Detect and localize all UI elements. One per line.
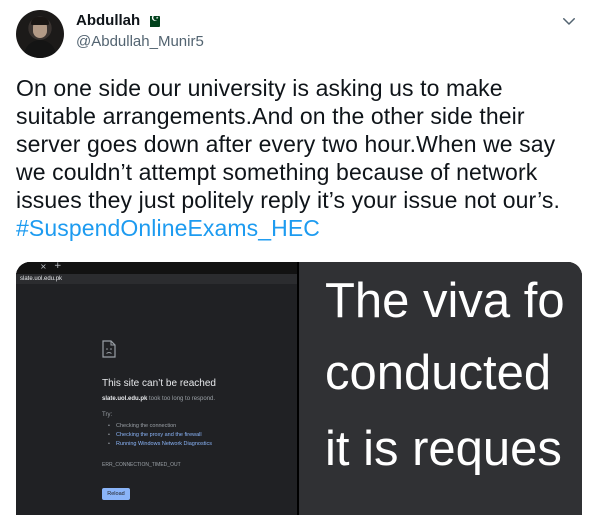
tweet-body: On one side our university is asking us … (16, 75, 560, 213)
chevron-down-icon[interactable] (560, 12, 578, 30)
plus-icon: + (54, 262, 62, 271)
hashtag-link[interactable]: #SuspendOnlineExams_HEC (16, 214, 582, 242)
tip-item-link: Running Windows Network Diagnostics (108, 440, 212, 449)
tweet-media[interactable]: × + slate.uol.edu.pk This site can’t be … (16, 262, 582, 515)
tweet-text: On one side our university is asking us … (16, 74, 582, 242)
pakistan-flag-icon (146, 14, 161, 27)
media-image-browser-error[interactable]: × + slate.uol.edu.pk This site can’t be … (16, 262, 297, 515)
display-name[interactable]: Abdullah (76, 12, 140, 30)
tip-item-link: Checking the proxy and the firewall (108, 431, 212, 440)
image-text-line: it is reques (325, 422, 562, 476)
tips-list: Checking the connection Checking the pro… (108, 422, 212, 449)
error-description: slate.uol.edu.pk took too long to respon… (102, 395, 215, 403)
user-handle[interactable]: @Abdullah_Munir5 (76, 32, 204, 52)
image-text-line: The viva fo (325, 274, 565, 328)
error-title: This site can’t be reached (102, 378, 216, 389)
reload-button: Reload (102, 488, 130, 500)
sad-document-icon (102, 340, 116, 358)
tweet-header: Abdullah @Abdullah_Munir5 (16, 10, 582, 58)
try-label: Try: (102, 412, 113, 418)
close-icon: × (40, 262, 47, 271)
error-host: slate.uol.edu.pk (102, 396, 148, 402)
media-image-text-crop[interactable]: The viva fo conducted it is reques (299, 262, 582, 515)
address-url: slate.uol.edu.pk (20, 276, 63, 282)
name-row: Abdullah (76, 12, 161, 30)
tip-item: Checking the connection (108, 422, 212, 431)
browser-tab-bar: × + (16, 262, 297, 274)
image-text-line: conducted (325, 346, 552, 400)
address-bar: slate.uol.edu.pk (16, 274, 297, 284)
error-code: ERR_CONNECTION_TIMED_OUT (102, 462, 181, 468)
avatar[interactable] (16, 10, 64, 58)
error-desc-rest: took too long to respond. (147, 396, 216, 402)
